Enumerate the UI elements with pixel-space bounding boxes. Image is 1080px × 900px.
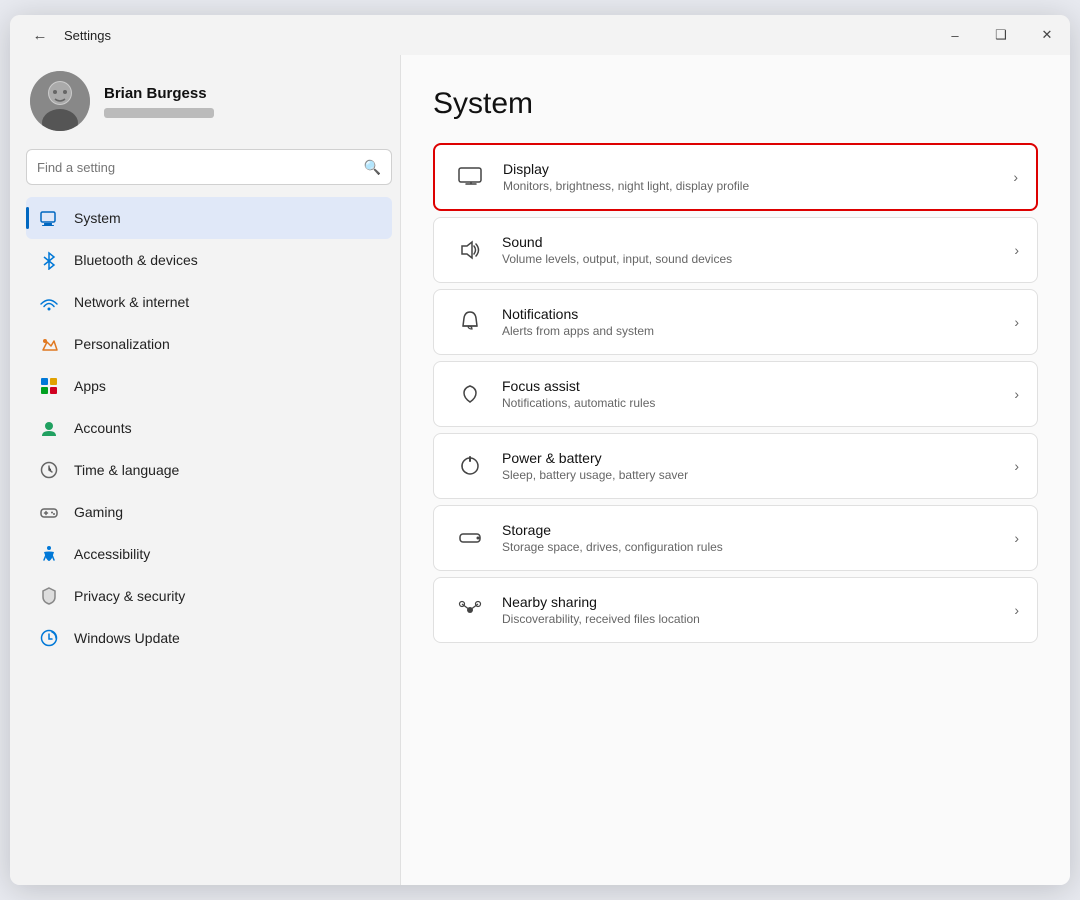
settings-item-power[interactable]: Power & battery Sleep, battery usage, ba… [433, 433, 1038, 499]
sidebar-item-system[interactable]: System [26, 197, 392, 239]
sidebar-item-update[interactable]: Windows Update [26, 617, 392, 659]
avatar [30, 71, 90, 131]
nearby-desc: Discoverability, received files location [502, 612, 1014, 626]
focus-icon [452, 376, 488, 412]
sidebar-item-privacy-label: Privacy & security [74, 588, 185, 604]
sidebar-item-accessibility-label: Accessibility [74, 546, 150, 562]
nearby-chevron: › [1014, 602, 1019, 618]
titlebar-controls: – ❑ ✕ [932, 15, 1070, 55]
content-area: Brian Burgess 🔍 [10, 55, 1070, 885]
notifications-text: Notifications Alerts from apps and syste… [502, 306, 1014, 338]
sidebar-item-time-label: Time & language [74, 462, 179, 478]
personalization-icon [38, 333, 60, 355]
window-title: Settings [64, 28, 111, 43]
settings-item-notifications[interactable]: Notifications Alerts from apps and syste… [433, 289, 1038, 355]
sidebar-item-accounts[interactable]: Accounts [26, 407, 392, 449]
titlebar: ← Settings – ❑ ✕ [10, 15, 1070, 55]
storage-chevron: › [1014, 530, 1019, 546]
page-title: System [433, 87, 1038, 121]
sidebar-item-personalization-label: Personalization [74, 336, 170, 352]
search-input[interactable] [37, 160, 364, 175]
display-title: Display [503, 161, 1013, 177]
sidebar-item-gaming[interactable]: Gaming [26, 491, 392, 533]
settings-list: Display Monitors, brightness, night ligh… [433, 143, 1038, 643]
back-button[interactable]: ← [26, 21, 54, 49]
sidebar-item-accounts-label: Accounts [74, 420, 132, 436]
maximize-button[interactable]: ❑ [978, 15, 1024, 55]
nearby-icon [452, 592, 488, 628]
sidebar-item-apps[interactable]: Apps [26, 365, 392, 407]
sidebar-item-gaming-label: Gaming [74, 504, 123, 520]
focus-text: Focus assist Notifications, automatic ru… [502, 378, 1014, 410]
sidebar-item-bluetooth-label: Bluetooth & devices [74, 252, 198, 268]
sound-text: Sound Volume levels, output, input, soun… [502, 234, 1014, 266]
accessibility-icon [38, 543, 60, 565]
system-icon [38, 207, 60, 229]
display-desc: Monitors, brightness, night light, displ… [503, 179, 1013, 193]
notifications-icon [452, 304, 488, 340]
sidebar-item-bluetooth[interactable]: Bluetooth & devices [26, 239, 392, 281]
sound-icon [452, 232, 488, 268]
user-section: Brian Burgess [26, 71, 392, 131]
notifications-chevron: › [1014, 314, 1019, 330]
main-content: System Display Monitors, brightness, nig… [400, 55, 1070, 885]
settings-item-display[interactable]: Display Monitors, brightness, night ligh… [433, 143, 1038, 211]
storage-icon [452, 520, 488, 556]
close-button[interactable]: ✕ [1024, 15, 1070, 55]
power-desc: Sleep, battery usage, battery saver [502, 468, 1014, 482]
sidebar-item-system-label: System [74, 210, 121, 226]
accounts-icon [38, 417, 60, 439]
sidebar-item-network-label: Network & internet [74, 294, 189, 310]
settings-item-focus[interactable]: Focus assist Notifications, automatic ru… [433, 361, 1038, 427]
sidebar: Brian Burgess 🔍 [10, 55, 400, 885]
minimize-button[interactable]: – [932, 15, 978, 55]
focus-chevron: › [1014, 386, 1019, 402]
settings-window: ← Settings – ❑ ✕ [10, 15, 1070, 885]
search-icon: 🔍 [364, 159, 381, 176]
storage-desc: Storage space, drives, configuration rul… [502, 540, 1014, 554]
privacy-icon [38, 585, 60, 607]
focus-title: Focus assist [502, 378, 1014, 394]
user-subtitle [104, 108, 214, 118]
power-text: Power & battery Sleep, battery usage, ba… [502, 450, 1014, 482]
focus-desc: Notifications, automatic rules [502, 396, 1014, 410]
nearby-title: Nearby sharing [502, 594, 1014, 610]
bluetooth-icon [38, 249, 60, 271]
network-icon [38, 291, 60, 313]
sidebar-item-time[interactable]: Time & language [26, 449, 392, 491]
power-icon [452, 448, 488, 484]
apps-icon [38, 375, 60, 397]
sidebar-item-apps-label: Apps [74, 378, 106, 394]
nearby-text: Nearby sharing Discoverability, received… [502, 594, 1014, 626]
settings-item-nearby[interactable]: Nearby sharing Discoverability, received… [433, 577, 1038, 643]
titlebar-left: ← Settings [26, 21, 111, 49]
user-info: Brian Burgess [104, 85, 214, 118]
user-name: Brian Burgess [104, 85, 214, 102]
gaming-icon [38, 501, 60, 523]
display-chevron: › [1013, 169, 1018, 185]
sidebar-item-network[interactable]: Network & internet [26, 281, 392, 323]
power-title: Power & battery [502, 450, 1014, 466]
sound-desc: Volume levels, output, input, sound devi… [502, 252, 1014, 266]
notifications-desc: Alerts from apps and system [502, 324, 1014, 338]
sound-title: Sound [502, 234, 1014, 250]
settings-item-storage[interactable]: Storage Storage space, drives, configura… [433, 505, 1038, 571]
sidebar-item-personalization[interactable]: Personalization [26, 323, 392, 365]
update-icon [38, 627, 60, 649]
sound-chevron: › [1014, 242, 1019, 258]
display-text: Display Monitors, brightness, night ligh… [503, 161, 1013, 193]
power-chevron: › [1014, 458, 1019, 474]
sidebar-item-accessibility[interactable]: Accessibility [26, 533, 392, 575]
storage-text: Storage Storage space, drives, configura… [502, 522, 1014, 554]
display-icon [453, 159, 489, 195]
sidebar-item-update-label: Windows Update [74, 630, 180, 646]
storage-title: Storage [502, 522, 1014, 538]
settings-item-sound[interactable]: Sound Volume levels, output, input, soun… [433, 217, 1038, 283]
sidebar-nav: System Bluetooth & devices [26, 197, 392, 659]
notifications-title: Notifications [502, 306, 1014, 322]
sidebar-item-privacy[interactable]: Privacy & security [26, 575, 392, 617]
search-box[interactable]: 🔍 [26, 149, 392, 185]
time-icon [38, 459, 60, 481]
